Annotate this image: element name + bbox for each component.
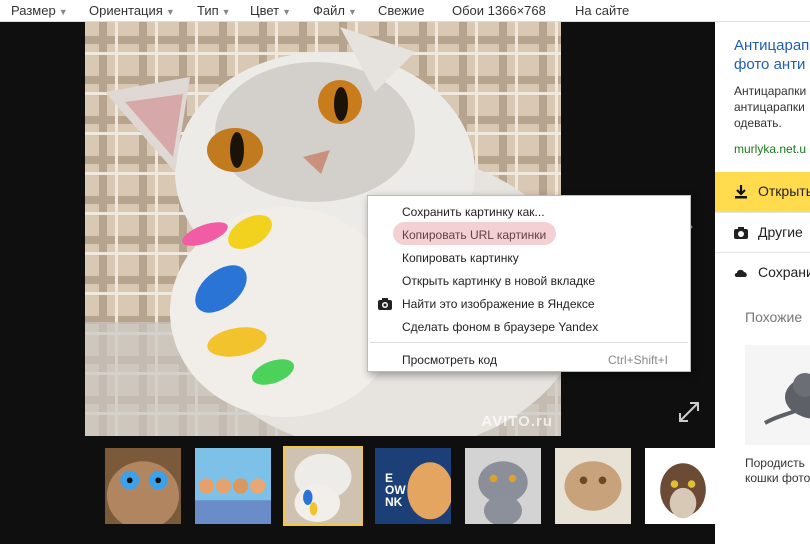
ad-description: Антицарапки антицарапки одевать.: [734, 84, 807, 130]
chevron-down-icon: ▼: [221, 7, 231, 17]
thumbnail-kitten-bow[interactable]: E OW NK: [373, 446, 453, 526]
menu-separator: [370, 342, 688, 343]
menu-item-inspect[interactable]: Просмотреть код Ctrl+Shift+I: [368, 349, 690, 371]
cloud-icon: [734, 269, 747, 277]
thumbnail-cat-with-toy[interactable]: [553, 446, 633, 526]
open-image-button[interactable]: Открыть: [715, 172, 810, 212]
thumbnail-siamese-cat[interactable]: [643, 446, 723, 526]
filter-on-site[interactable]: На сайте: [575, 3, 629, 18]
menu-item-open-image-new-tab[interactable]: Открыть картинку в новой вкладке: [368, 270, 690, 292]
camera-icon: [734, 227, 748, 239]
watermark: AVITO.ru: [481, 413, 553, 430]
thumbnail-grey-british-cat[interactable]: [463, 446, 543, 526]
thumbnail-blue-eyed-kitten[interactable]: [103, 446, 183, 526]
menu-item-save-image[interactable]: Сохранить картинку как...: [368, 201, 690, 223]
fullscreen-expand-icon[interactable]: [677, 400, 701, 424]
filter-wallpaper[interactable]: Обои 1366×768: [452, 3, 546, 18]
filter-fresh[interactable]: Свежие: [378, 3, 424, 18]
thumbnail-label: E OW NK: [385, 471, 406, 509]
camera-search-icon: [378, 298, 392, 310]
chevron-down-icon: ▼: [347, 7, 357, 17]
chevron-down-icon: ▼: [282, 7, 292, 17]
similar-image-caption[interactable]: Породисть кошки фото: [745, 456, 810, 486]
shortcut-hint: Ctrl+Shift+I: [607, 353, 668, 367]
filter-type[interactable]: Тип ▼: [197, 3, 231, 18]
download-icon: [735, 185, 747, 199]
thumbnail-cat-colored-claws[interactable]: [283, 446, 363, 526]
similar-images-heading: Похожие: [745, 309, 803, 325]
chevron-down-icon: ▼: [58, 7, 68, 17]
filter-size[interactable]: Размер ▼: [11, 3, 68, 18]
filter-file[interactable]: Файл ▼: [313, 3, 357, 18]
menu-item-highlight-mark: [393, 222, 556, 245]
filter-bar: Размер ▼ Ориентация ▼ Тип ▼ Цвет ▼ Файл ▼ Све…: [0, 0, 810, 22]
menu-item-set-as-background[interactable]: Сделать фоном в браузере Yandex: [368, 316, 690, 338]
save-to-collection-button[interactable]: Сохранить: [715, 252, 810, 292]
filter-orientation[interactable]: Ориентация ▼: [89, 3, 175, 18]
ad-title-link[interactable]: Антицарапки фото анти: [734, 36, 810, 74]
filter-color[interactable]: Цвет ▼: [250, 3, 291, 18]
menu-item-search-image-yandex[interactable]: Найти это изображение в Яндексе: [368, 293, 690, 315]
menu-item-copy-image[interactable]: Копировать картинку: [368, 247, 690, 269]
chevron-down-icon: ▼: [165, 7, 175, 17]
ad-url-link[interactable]: murlyka.net.u: [734, 142, 806, 156]
other-sizes-button[interactable]: Другие: [715, 212, 810, 252]
similar-image-thumbnail[interactable]: [745, 345, 810, 445]
thumbnail-kittens-row[interactable]: [193, 446, 273, 526]
side-panel: Антицарапки фото анти Антицарапки антица…: [715, 22, 810, 544]
